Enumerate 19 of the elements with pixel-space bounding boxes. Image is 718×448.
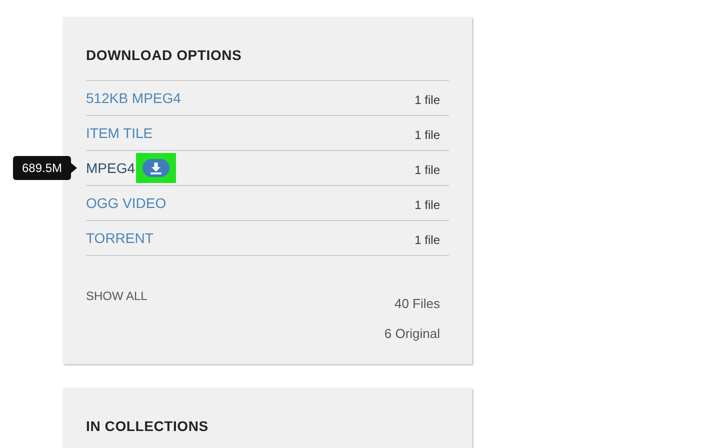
download-icon xyxy=(142,159,170,177)
original-files: 6 Original xyxy=(384,326,440,341)
file-count: 1 file xyxy=(414,233,440,247)
file-count: 1 file xyxy=(414,93,440,107)
download-button[interactable] xyxy=(136,153,176,183)
show-all-link[interactable]: SHOW ALL xyxy=(86,289,148,341)
tooltip-pointer-icon xyxy=(71,163,78,173)
size-tooltip: 689.5M xyxy=(13,156,72,180)
format-link[interactable]: ITEM TILE xyxy=(86,125,153,141)
format-link[interactable]: MPEG4 xyxy=(86,160,136,176)
format-link[interactable]: OGG VIDEO xyxy=(86,195,166,211)
file-count: 1 file xyxy=(414,128,440,142)
file-count: 1 file xyxy=(414,198,440,212)
section-title: IN COLLECTIONS xyxy=(86,418,210,434)
total-files: 40 Files xyxy=(394,296,440,311)
format-link[interactable]: TORRENT xyxy=(86,230,154,246)
format-link[interactable]: 512KB MPEG4 xyxy=(86,90,181,106)
section-title: DOWNLOAD OPTIONS xyxy=(86,47,243,63)
file-count: 1 file xyxy=(414,163,440,177)
